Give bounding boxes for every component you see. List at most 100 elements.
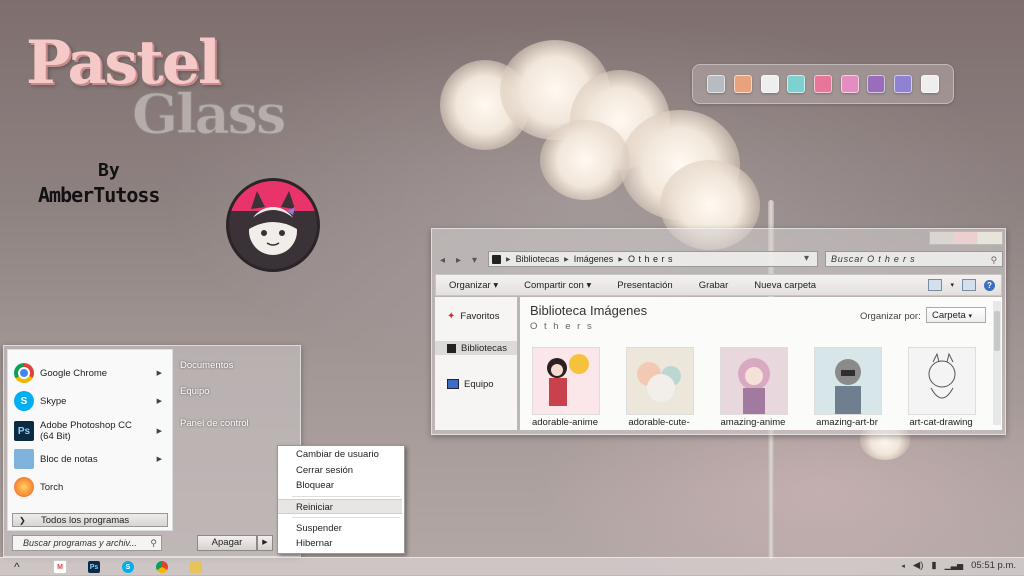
organize-button[interactable]: Organizar ▾ [436, 280, 511, 291]
start-link-computer[interactable]: Equipo [180, 386, 210, 397]
forward-button[interactable]: ▸ [456, 255, 461, 266]
explorer-window: ◂ ▸ ▾ ▶ Bibliotecas ▶ Imágenes ▶ O t h e… [431, 228, 1006, 435]
taskbar-app-chrome[interactable] [148, 559, 176, 575]
burn-button[interactable]: Grabar [686, 280, 742, 291]
file-name[interactable]: art-cat-drawing [900, 417, 982, 428]
taskbar-app-explorer[interactable] [182, 559, 210, 575]
sidebar-item-computer[interactable]: Equipo [435, 377, 517, 391]
start-link-control-panel[interactable]: Panel de control [180, 418, 249, 429]
search-icon: ⚲ [150, 538, 157, 548]
network-icon[interactable]: ▮ [931, 560, 936, 571]
menu-separator [292, 496, 400, 497]
blank-app-icon[interactable] [760, 75, 779, 93]
breadcrumb-images[interactable]: Imágenes [574, 254, 614, 264]
taskbar-app-skype[interactable]: S [114, 559, 142, 575]
heart-icon[interactable] [813, 75, 832, 93]
program-google-chrome[interactable]: Google Chrome ▶ [8, 360, 172, 386]
back-button[interactable]: ◂ [440, 255, 445, 266]
menu-item-sleep[interactable]: Suspender [278, 521, 402, 536]
start-button[interactable]: ^ [14, 560, 20, 574]
file-thumbnail[interactable] [814, 347, 882, 415]
search-icon: ⚲ [990, 255, 998, 265]
file-name[interactable]: amazing-art-br [806, 417, 888, 428]
library-title: Biblioteca Imágenes [530, 303, 648, 318]
help-icon[interactable]: ? [984, 279, 995, 291]
app-dock [692, 64, 954, 104]
menu-item-switch-user[interactable]: Cambiar de usuario [278, 447, 402, 462]
address-bar[interactable]: ▶ Bibliotecas ▶ Imágenes ▶ O t h e r s [488, 251, 818, 267]
arrange-by-select[interactable]: Carpeta ▾ [926, 307, 986, 323]
folder-icon [190, 561, 202, 573]
volume-icon[interactable]: ◀) [913, 560, 923, 571]
chevron-right-icon[interactable]: ▶ [157, 455, 162, 463]
logo-by: By [98, 160, 120, 181]
new-folder-button[interactable]: Nueva carpeta [741, 280, 829, 291]
file-thumbnail[interactable] [626, 347, 694, 415]
chrome-icon [14, 363, 34, 383]
star-icon: ✦ [447, 310, 456, 322]
scrollbar-thumb[interactable] [994, 311, 1000, 351]
program-label: Skype [40, 395, 67, 407]
menu-item-hibernate[interactable]: Hibernar [278, 536, 402, 551]
file-thumbnail[interactable] [532, 347, 600, 415]
address-dropdown[interactable]: ▾ [804, 253, 809, 264]
window-controls[interactable] [929, 231, 1003, 245]
chevron-right-icon[interactable]: ▶ [157, 427, 162, 435]
chevron-right-icon[interactable]: ▶ [157, 369, 162, 377]
menu-item-restart[interactable]: Reiniciar [278, 499, 402, 514]
explorer-toolbar: Organizar ▾ Compartir con ▾ Presentación… [435, 274, 1002, 296]
view-options-icon[interactable] [928, 279, 943, 291]
image-icon[interactable] [867, 75, 886, 93]
store-icon[interactable] [893, 75, 912, 93]
file-name[interactable]: adorable-anime [524, 417, 606, 428]
shutdown-button[interactable]: Apagar [197, 535, 257, 551]
file-thumbnail[interactable] [908, 347, 976, 415]
logo-title-glass: Glass [131, 82, 286, 147]
chevron-down-icon[interactable]: ▾ [950, 281, 954, 289]
tools-icon[interactable] [707, 75, 726, 93]
chevron-right-icon[interactable]: ▶ [157, 397, 162, 405]
program-skype[interactable]: S Skype ▶ [8, 388, 172, 414]
menu-item-logoff[interactable]: Cerrar sesión [278, 463, 402, 478]
file-name[interactable]: amazing-anime [712, 417, 794, 428]
all-programs-button[interactable]: ❯ Todos los programas [12, 513, 168, 527]
history-dropdown[interactable]: ▾ [472, 255, 477, 266]
taskbar-app-photoshop[interactable]: Ps [80, 559, 108, 575]
all-programs-label: Todos los programas [41, 515, 130, 526]
signal-icon[interactable]: ▁▃▅ [945, 561, 963, 570]
start-search-input[interactable]: Buscar programas y archiv... ⚲ [12, 535, 162, 551]
clock[interactable]: 05:51 p.m. [971, 560, 1016, 571]
sidebar-item-libraries[interactable]: Bibliotecas [435, 341, 517, 355]
taskbar-app-gmail[interactable]: M [46, 559, 74, 575]
file-name[interactable]: adorable-cute- [618, 417, 700, 428]
breadcrumb-libraries[interactable]: Bibliotecas [516, 254, 560, 264]
library-icon [447, 343, 456, 353]
photoshop-icon: Ps [88, 561, 100, 573]
menu-item-lock[interactable]: Bloquear [278, 478, 402, 493]
chevron-right-icon: ❯ [19, 516, 26, 525]
breadcrumb-others[interactable]: O t h e r s [628, 254, 673, 264]
start-link-documents[interactable]: Documentos [180, 360, 233, 371]
music-icon[interactable] [840, 75, 859, 93]
computer-icon [447, 379, 459, 389]
shutdown-options-button[interactable]: ▶ [257, 535, 273, 551]
explorer-search-input[interactable]: Buscar O t h e r s ⚲ [825, 251, 1003, 267]
program-photoshop[interactable]: Ps Adobe Photoshop CC (64 Bit) ▶ [8, 416, 172, 446]
vertical-scrollbar[interactable] [993, 301, 1001, 425]
taskbar: ^ M Ps S ◂ ◀) ▮ ▁▃▅ 05:51 p.m. [0, 557, 1024, 576]
start-menu: Google Chrome ▶ S Skype ▶ Ps Adobe Photo… [3, 345, 301, 557]
share-button[interactable]: Compartir con ▾ [511, 280, 604, 291]
slideshow-button[interactable]: Presentación [604, 280, 685, 291]
program-torch[interactable]: Torch [8, 474, 172, 500]
program-notepad[interactable]: Bloc de notas ▶ [8, 446, 172, 472]
sidebar-item-favorites[interactable]: ✦ Favoritos [435, 309, 517, 323]
preview-pane-icon[interactable] [962, 279, 976, 291]
show-hidden-icons-icon[interactable]: ◂ [901, 562, 905, 570]
flower-decoration [540, 120, 630, 200]
library-icon [492, 254, 501, 264]
teal-app-icon[interactable] [787, 75, 806, 93]
mail-icon[interactable] [920, 75, 939, 93]
sidebar-item-label: Favoritos [460, 310, 500, 322]
file-thumbnail[interactable] [720, 347, 788, 415]
photos-icon[interactable] [733, 75, 752, 93]
